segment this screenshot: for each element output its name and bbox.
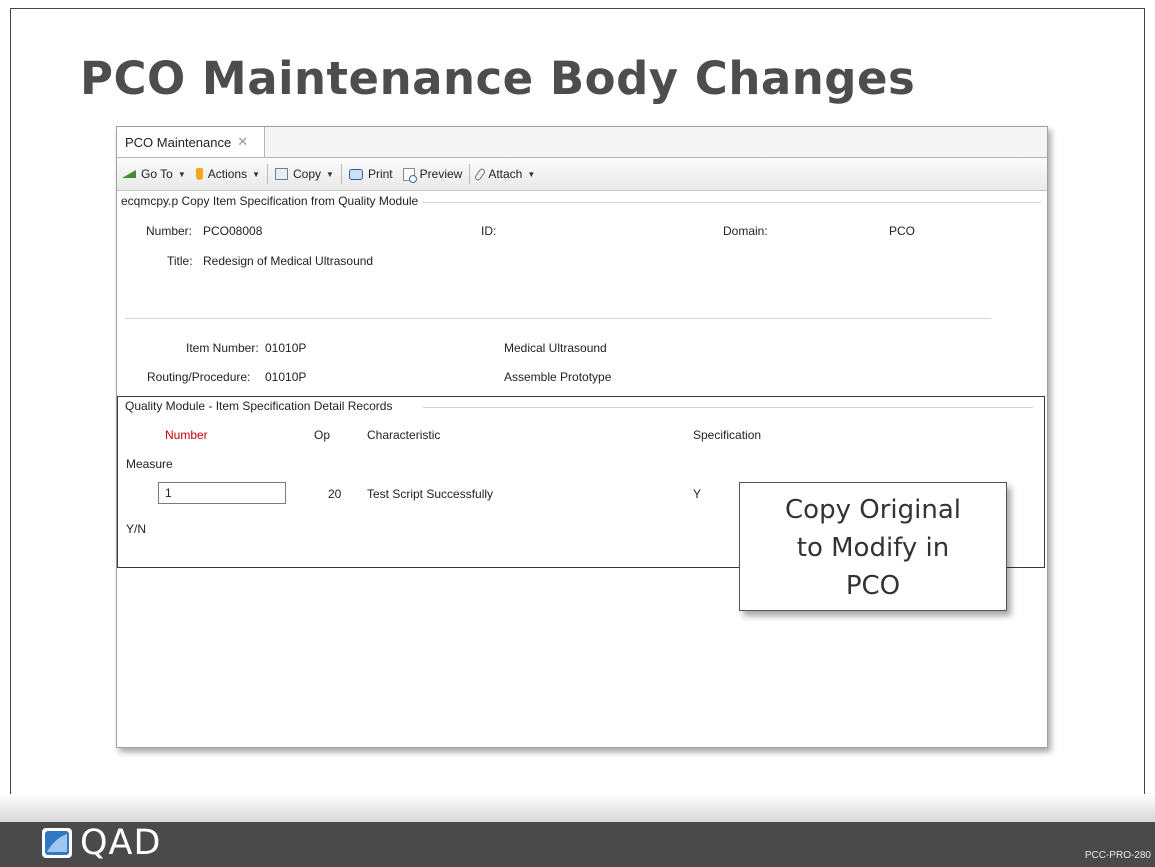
item-description: Medical Ultrasound (504, 341, 607, 355)
callout-line-1: Copy Original (785, 495, 961, 525)
copy-button[interactable]: Copy ▼ (270, 162, 339, 186)
yn-label: Y/N (126, 522, 147, 536)
id-label: ID: (481, 224, 497, 238)
number-value: PCO08008 (203, 224, 263, 238)
chevron-down-icon: ▼ (252, 169, 261, 179)
footer-bar (0, 822, 1155, 867)
callout-line-3: PCO (845, 571, 901, 601)
paperclip-icon (474, 166, 487, 182)
toolbar-separator (267, 164, 269, 184)
detail-group-line (423, 407, 1033, 408)
routing-label: Routing/Procedure: (147, 370, 251, 384)
printer-icon (348, 168, 363, 180)
callout-line-2: to Modify in (796, 533, 950, 563)
tab-strip: PCO Maintenance ✕ (117, 127, 1047, 158)
slide-code: PCC-PRO-280 (1084, 850, 1151, 861)
goto-label: Go To (141, 167, 173, 181)
specification-value: Y (693, 487, 702, 501)
attach-button[interactable]: Attach ▼ (472, 162, 540, 186)
actions-button[interactable]: Actions ▼ (191, 162, 265, 186)
measure-label: Measure (126, 457, 173, 471)
routing-description: Assemble Prototype (504, 370, 612, 384)
lightning-icon (195, 168, 203, 180)
print-button[interactable]: Print (344, 162, 398, 186)
qad-logo-icon (42, 828, 72, 858)
pco-maintenance-window: PCO Maintenance ✕ Go To ▼ Actions ▼ Copy… (116, 126, 1048, 748)
goto-button[interactable]: Go To ▼ (117, 162, 191, 186)
chevron-down-icon: ▼ (326, 169, 334, 179)
actions-label: Actions (207, 167, 248, 181)
preview-icon (402, 167, 417, 183)
domain-value: PCO (889, 224, 916, 238)
column-specification: Specification (693, 428, 762, 442)
number-input[interactable] (158, 482, 286, 504)
copy-label: Copy (293, 167, 322, 181)
goto-arrow-icon (122, 170, 136, 178)
item-number-value: 01010P (265, 341, 307, 355)
column-op: Op (314, 428, 331, 442)
header-divider (125, 318, 991, 319)
tab-label: PCO Maintenance (125, 134, 232, 150)
number-label: Number: (146, 224, 193, 238)
header-group-label: ecqmcpy.p Copy Item Specification from Q… (121, 194, 423, 208)
toolbar-separator (469, 164, 471, 184)
preview-button[interactable]: Preview (398, 162, 468, 186)
chevron-down-icon: ▼ (177, 169, 186, 179)
print-label: Print (367, 167, 393, 181)
attach-label: Attach (488, 167, 523, 181)
title-label: Title: (167, 254, 193, 268)
domain-label: Domain: (723, 224, 768, 238)
close-icon[interactable]: ✕ (237, 134, 248, 150)
tab-pco-maintenance[interactable]: PCO Maintenance ✕ (117, 127, 265, 157)
toolbar: Go To ▼ Actions ▼ Copy ▼ Print Preview A… (117, 158, 1047, 191)
column-number[interactable]: Number (165, 428, 208, 442)
chevron-down-icon: ▼ (527, 169, 536, 179)
characteristic-value: Test Script Successfully (367, 487, 494, 501)
column-characteristic: Characteristic (367, 428, 441, 442)
toolbar-separator (340, 164, 342, 184)
footer-fade (0, 794, 1155, 822)
logo-text: QAD (80, 823, 162, 863)
copy-icon (275, 168, 289, 180)
preview-label: Preview (419, 167, 463, 181)
callout-box: Copy Original to Modify in PCO (739, 482, 1007, 611)
footer: QAD PCC-PRO-280 (0, 794, 1155, 867)
item-number-label: Item Number: (186, 341, 259, 355)
slide-title: PCO Maintenance Body Changes (80, 52, 916, 105)
routing-value: 01010P (265, 370, 307, 384)
op-value: 20 (328, 487, 342, 501)
title-value: Redesign of Medical Ultrasound (203, 254, 374, 268)
detail-group-label: Quality Module - Item Specification Deta… (125, 399, 397, 413)
